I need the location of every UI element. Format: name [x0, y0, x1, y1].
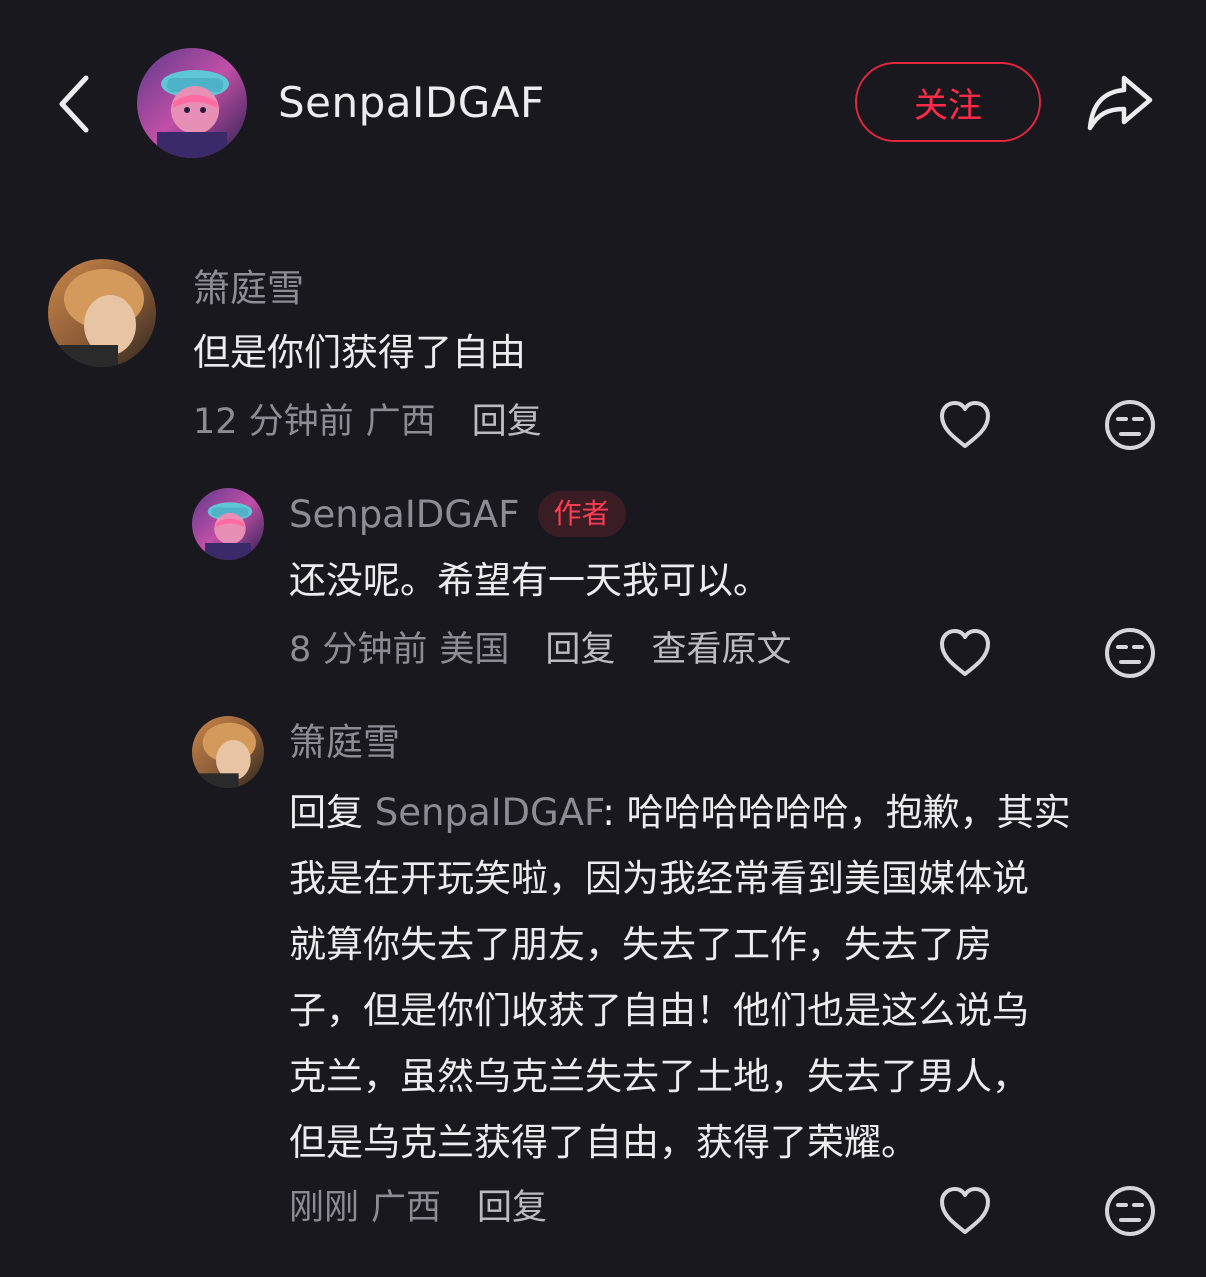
comment-location: 美国	[439, 630, 510, 670]
like-button[interactable]	[935, 1181, 995, 1241]
comment-meta: 12 分钟前 广西 回复	[193, 399, 554, 445]
back-button[interactable]	[44, 64, 104, 144]
heart-outline-icon	[940, 401, 990, 448]
comment-text-line: 我是在开玩笑啦，因为我经常看到美国媒体说	[289, 857, 1029, 900]
reply-button[interactable]: 回复	[472, 402, 542, 442]
commenter-avatar[interactable]	[48, 259, 156, 367]
share-arrow-icon	[1087, 75, 1153, 131]
comment-location: 广西	[371, 1188, 442, 1228]
dislike-button[interactable]	[1100, 623, 1160, 683]
comment-meta: 8 分钟前 美国 回复 查看原文	[289, 627, 803, 673]
chevron-left-icon	[59, 75, 89, 133]
like-button[interactable]	[935, 395, 995, 455]
meh-face-icon	[1105, 400, 1155, 450]
reply-button[interactable]: 回复	[477, 1188, 547, 1228]
comment-text-line: 回复 SenpaIDGAF: 哈哈哈哈哈哈，抱歉，其实	[289, 780, 1169, 846]
reply-target[interactable]: SenpaIDGAF	[375, 791, 603, 834]
meh-face-icon	[1105, 628, 1155, 678]
reply-prefix: 回复	[289, 791, 363, 834]
comment-time: 8 分钟前	[289, 630, 428, 670]
heart-outline-icon	[940, 1187, 990, 1234]
comment-time: 12 分钟前	[193, 402, 354, 442]
comment-location: 广西	[365, 402, 436, 442]
commenter-avatar[interactable]	[192, 716, 264, 788]
comment-text-line: 但是乌克兰获得了自由，获得了荣耀。	[289, 1121, 918, 1164]
author-badge: 作者	[537, 491, 626, 537]
comment-text-segment: : 哈哈哈哈哈哈，抱歉，其实	[602, 791, 1071, 834]
comment-text-line: 克兰，虽然乌克兰失去了土地，失去了男人，	[289, 1055, 1029, 1098]
comment-text-line: 就算你失去了朋友，失去了工作，失去了房	[289, 923, 992, 966]
author-name[interactable]: SenpaIDGAF	[278, 74, 545, 132]
dislike-button[interactable]	[1100, 1181, 1160, 1241]
comment-author[interactable]: SenpaIDGAF	[289, 493, 520, 536]
comment-author[interactable]: 箫庭雪	[289, 718, 400, 768]
comment-author-line: SenpaIDGAF 作者	[289, 490, 626, 540]
heart-outline-icon	[940, 629, 990, 676]
commenter-avatar[interactable]	[192, 488, 264, 560]
comment-text-line: 子，但是你们收获了自由！他们也是这么说乌	[289, 989, 1029, 1032]
comment-author[interactable]: 箫庭雪	[193, 264, 304, 314]
comment-meta: 刚刚 广西 回复	[289, 1185, 559, 1231]
comment-text: 还没呢。希望有一天我可以。	[289, 559, 770, 602]
comment-time: 刚刚	[289, 1188, 360, 1228]
share-button[interactable]	[1080, 66, 1160, 138]
comment-text: 回复 SenpaIDGAF: 哈哈哈哈哈哈，抱歉，其实 我是在开玩笑啦，因为我经…	[289, 780, 1169, 1176]
reply-button[interactable]: 回复	[545, 630, 615, 670]
author-avatar[interactable]	[137, 48, 247, 158]
comment-text: 但是你们获得了自由	[193, 331, 526, 374]
view-original-button[interactable]: 查看原文	[651, 630, 791, 670]
like-button[interactable]	[935, 623, 995, 683]
dislike-button[interactable]	[1100, 395, 1160, 455]
meh-face-icon	[1105, 1186, 1155, 1236]
top-bar: SenpaIDGAF 关注	[0, 0, 1206, 200]
follow-button[interactable]: 关注	[855, 62, 1041, 142]
